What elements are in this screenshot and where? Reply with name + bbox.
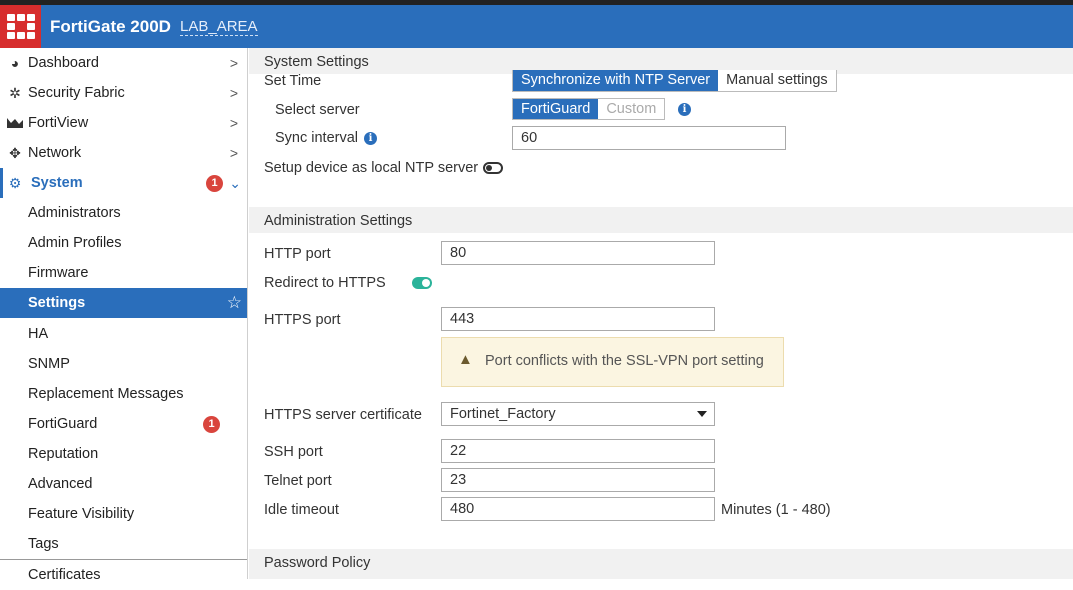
main-content: System Settings Set Time Synchronize wit…	[249, 48, 1073, 579]
sidebar-item-label: Tags	[28, 536, 59, 552]
local-ntp-toggle[interactable]	[483, 162, 503, 174]
warning-icon: ▲	[458, 351, 473, 368]
sidebar-subitem-firmware[interactable]: Firmware	[0, 258, 247, 288]
sidebar-item-fortiview[interactable]: FortiView >	[0, 108, 247, 138]
gear-icon: ⚙	[8, 175, 22, 191]
https-cert-select[interactable]: Fortinet_Factory	[441, 402, 715, 426]
redirect-https-label: Redirect to HTTPS	[264, 275, 386, 291]
ssh-port-label: SSH port	[264, 444, 323, 460]
sidebar-item-security-fabric[interactable]: ✲ Security Fabric >	[0, 78, 247, 108]
sidebar-subitem-settings[interactable]: Settings ☆	[0, 288, 247, 318]
chevron-right-icon: >	[229, 85, 238, 101]
idle-timeout-label: Idle timeout	[264, 502, 339, 518]
sidebar-item-label: Advanced	[28, 476, 93, 492]
sidebar-item-label: Security Fabric	[28, 85, 125, 101]
port-conflict-warning: ▲ Port conflicts with the SSL-VPN port s…	[441, 337, 784, 387]
telnet-port-label: Telnet port	[264, 473, 332, 489]
sidebar-item-label: Settings	[28, 295, 86, 311]
sidebar-item-label: Administrators	[28, 205, 121, 221]
http-port-label: HTTP port	[264, 246, 331, 262]
telnet-port-input[interactable]: 23	[441, 468, 715, 492]
info-icon[interactable]: i	[678, 103, 691, 116]
sidebar-item-label: Replacement Messages	[28, 386, 184, 402]
notification-badge: 1	[206, 175, 223, 192]
chevron-right-icon: >	[229, 145, 238, 161]
sidebar-subitem-advanced[interactable]: Advanced	[0, 469, 247, 499]
sidebar-item-label: FortiGuard	[28, 416, 98, 432]
sync-interval-label: Sync interval	[275, 130, 359, 146]
https-cert-value: Fortinet_Factory	[450, 406, 556, 422]
https-port-input[interactable]: 443	[441, 307, 715, 331]
chevron-right-icon: >	[229, 55, 238, 71]
sidebar-item-label: Feature Visibility	[28, 506, 135, 522]
chevron-down-icon: ⌄	[229, 175, 241, 191]
sidebar: ◕ Dashboard > ✲ Security Fabric > FortiV…	[0, 48, 250, 583]
sidebar-subitem-snmp[interactable]: SNMP	[0, 349, 247, 379]
sidebar-subitem-administrators[interactable]: Administrators	[0, 198, 247, 228]
sync-interval-input[interactable]: 60	[512, 126, 786, 150]
caret-down-icon	[697, 411, 707, 417]
sidebar-item-dashboard[interactable]: ◕ Dashboard >	[0, 48, 247, 78]
idle-timeout-unit: Minutes (1 - 480)	[721, 502, 831, 518]
sidebar-item-system[interactable]: ⚙ System 1 ⌄	[0, 168, 250, 198]
manual-settings-option[interactable]: Manual settings	[718, 70, 836, 91]
ssh-port-input[interactable]: 22	[441, 439, 715, 463]
sidebar-subitem-admin-profiles[interactable]: Admin Profiles	[0, 228, 247, 258]
fortiview-icon	[6, 108, 24, 138]
select-server-label: Select server	[275, 102, 360, 118]
sidebar-item-label: Certificates	[28, 567, 101, 583]
sidebar-subitem-fortiguard[interactable]: FortiGuard 1	[0, 409, 247, 439]
star-icon[interactable]: ☆	[227, 288, 242, 318]
sidebar-item-label: Network	[28, 145, 82, 161]
dashboard-icon: ◕	[10, 55, 20, 71]
sidebar-item-label: Reputation	[28, 446, 99, 462]
sidebar-item-label: SNMP	[28, 356, 70, 372]
warning-text: Port conflicts with the SSL-VPN port set…	[485, 353, 764, 369]
idle-timeout-input[interactable]: 480	[441, 497, 715, 521]
sidebar-item-label: HA	[28, 326, 49, 342]
vdom-link[interactable]: LAB_AREA	[180, 18, 258, 36]
sidebar-subitem-feature-visibility[interactable]: Feature Visibility	[0, 499, 247, 529]
sidebar-subitem-ha[interactable]: HA	[0, 319, 247, 349]
fortinet-logo-icon[interactable]	[0, 5, 41, 48]
top-bar: FortiGate 200D LAB_AREA	[0, 0, 1073, 48]
https-port-label: HTTPS port	[264, 312, 341, 328]
administration-settings-header: Administration Settings	[249, 207, 1073, 233]
redirect-https-toggle[interactable]	[412, 277, 432, 289]
info-icon[interactable]: i	[364, 132, 377, 145]
https-cert-label: HTTPS server certificate	[264, 407, 422, 423]
sidebar-item-label: Dashboard	[28, 55, 99, 71]
fortiguard-option[interactable]: FortiGuard	[513, 99, 599, 119]
sidebar-subitem-replacement-messages[interactable]: Replacement Messages	[0, 379, 247, 409]
server-toggle: FortiGuard Custom	[512, 98, 666, 120]
set-time-toggle: Synchronize with NTP Server Manual setti…	[512, 70, 837, 92]
http-port-input[interactable]: 80	[441, 241, 715, 265]
sidebar-subitem-certificates[interactable]: Certificates	[0, 560, 247, 590]
sidebar-item-label: Admin Profiles	[28, 235, 122, 251]
local-ntp-label: Setup device as local NTP server	[264, 160, 479, 176]
chevron-right-icon: >	[229, 115, 238, 131]
device-name: FortiGate 200D	[50, 17, 171, 36]
notification-badge: 1	[203, 416, 220, 433]
set-time-label: Set Time	[264, 73, 322, 89]
sidebar-item-network[interactable]: ✥ Network >	[0, 138, 247, 168]
sidebar-subitem-tags[interactable]: Tags	[0, 529, 247, 559]
ntp-sync-option[interactable]: Synchronize with NTP Server	[513, 70, 719, 91]
custom-option[interactable]: Custom	[598, 99, 665, 119]
security-fabric-icon: ✲	[9, 85, 21, 101]
network-icon: ✥	[9, 145, 21, 161]
sidebar-subitem-reputation[interactable]: Reputation	[0, 439, 247, 469]
sidebar-item-label: System	[31, 175, 83, 191]
sidebar-item-label: FortiView	[28, 115, 89, 131]
sidebar-item-label: Firmware	[28, 265, 89, 281]
password-policy-header: Password Policy	[249, 549, 1073, 579]
